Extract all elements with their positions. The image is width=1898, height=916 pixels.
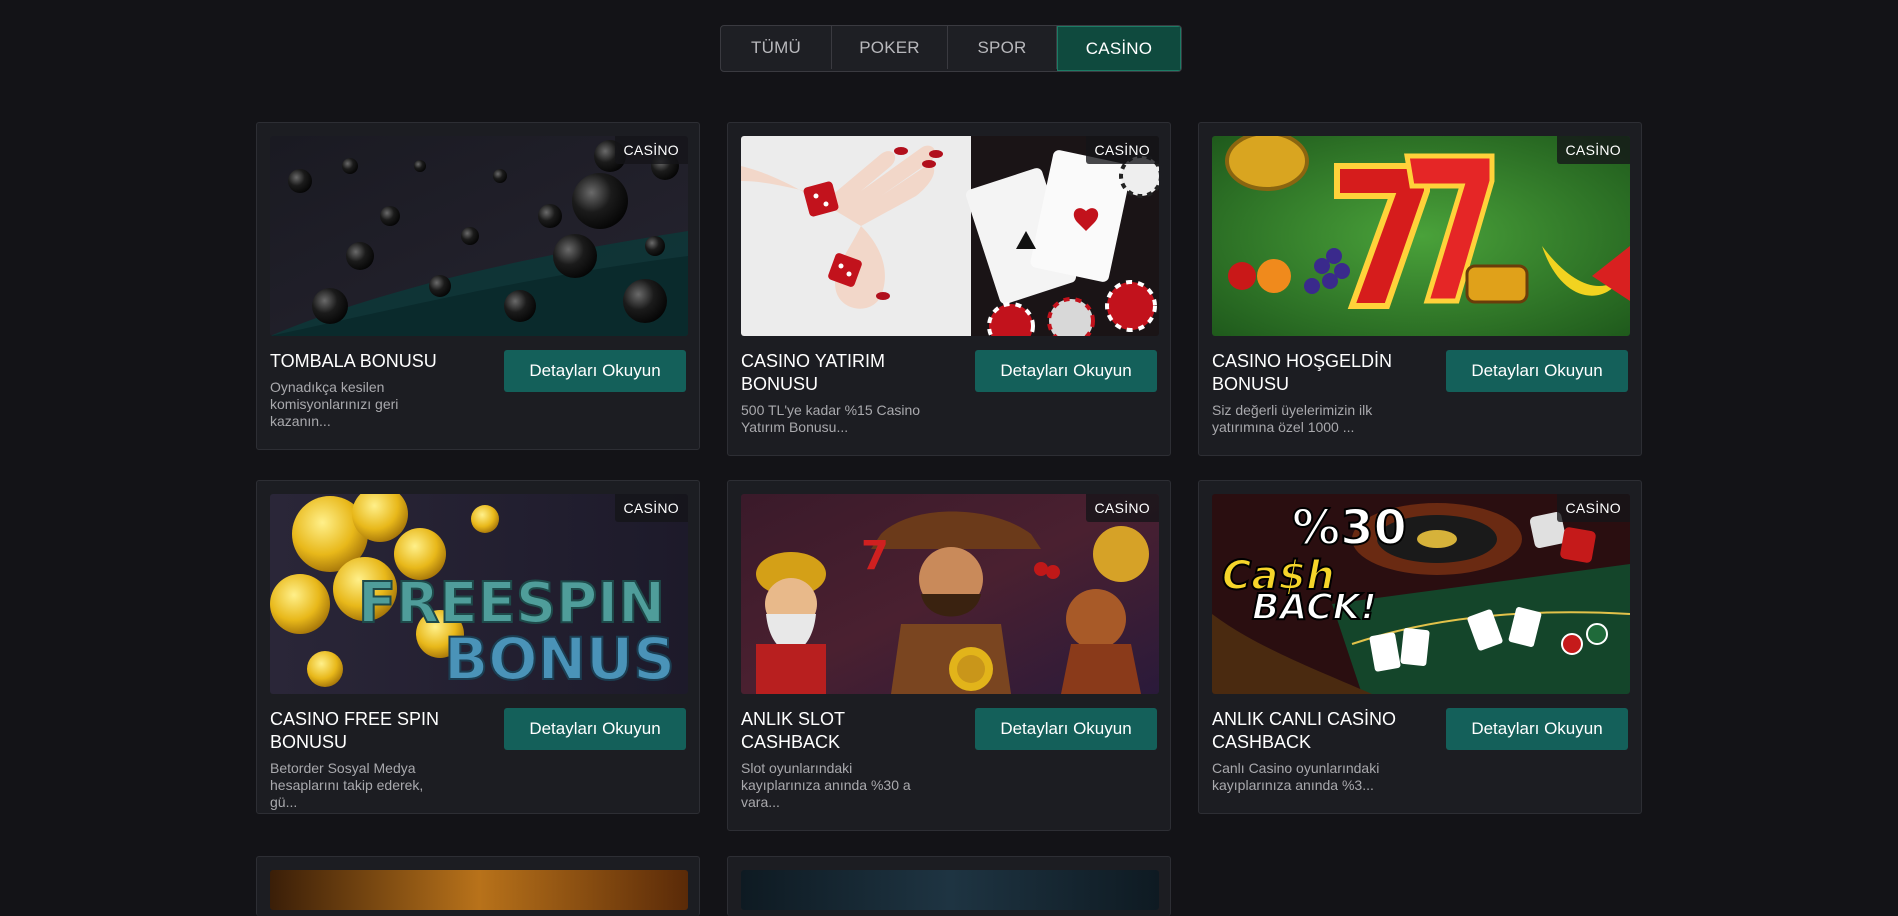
bonus-text: BONUS [444,625,675,693]
tab-all[interactable]: TÜMÜ [721,26,832,69]
category-tabs: TÜMÜ POKER SPOR CASİNO [720,25,1182,72]
bonus-description: Betorder Sosyal Medya hesaplarını takip … [270,760,424,810]
details-button[interactable]: Detayları Okuyun [975,708,1157,750]
bonus-description: Canlı Casino oyunlarındaki kayıplarınıza… [1212,760,1380,793]
bonus-card-partial-1 [256,856,700,916]
details-button[interactable]: Detayları Okuyun [504,350,686,392]
bonus-card-casino-welcome: CASİNO CASINO HOŞGELDİN BONUSU Siz değer… [1198,122,1642,456]
details-button[interactable]: Detayları Okuyun [504,708,686,750]
bonus-card-live-casino-cashback: %30 Ca$h BACK! CASİNO ANLIK CANLI CASİNO… [1198,480,1642,814]
category-badge: CASİNO [1085,494,1159,522]
details-button[interactable]: Detayları Okuyun [1446,350,1628,392]
bonus-card-slot-cashback: 7 CASİNO ANLIK SLOT CASHBACK Slot oyunla… [727,480,1171,831]
bonus-card-free-spin: FREESPIN BONUS CASİNO CASINO FREE SPIN B… [256,480,700,814]
details-button[interactable]: Detayları Okuyun [1446,708,1628,750]
bonus-description: Oynadıkça kesilen komisyonlarınızı geri … [270,379,399,429]
tab-casino[interactable]: CASİNO [1057,26,1181,71]
live-casino-cashback-image: %30 Ca$h BACK! CASİNO [1212,494,1630,694]
category-badge: CASİNO [614,136,688,164]
bonus-title: CASINO FREE SPIN BONUSU [270,709,440,752]
svg-text:7: 7 [861,533,889,579]
free-spin-image: FREESPIN BONUS CASİNO [270,494,688,694]
bonus-title: ANLIK SLOT CASHBACK [741,709,845,752]
tombala-image: CASİNO [270,136,688,336]
bonus-card-tombala: CASİNO TOMBALA BONUSU Oynadıkça kesilen … [256,122,700,450]
tab-poker[interactable]: POKER [832,26,948,69]
cashback-percent: %30 [1292,500,1407,556]
cashback-text-line2: BACK! [1252,587,1377,628]
partial-card-image [270,870,688,910]
bonus-title: ANLIK CANLI CASİNO CASHBACK [1212,709,1397,752]
bonus-title: CASINO YATIRIM BONUSU [741,351,886,394]
category-badge: CASİNO [1085,136,1159,164]
category-badge: CASİNO [1556,136,1630,164]
partial-card-image [741,870,1159,910]
bonus-description: Slot oyunlarındaki kayıplarınıza anında … [741,760,911,810]
slot-cashback-image: 7 CASİNO [741,494,1159,694]
casino-deposit-image: CASİNO [741,136,1159,336]
bonus-card-casino-deposit: CASİNO CASINO YATIRIM BONUSU 500 TL'ye k… [727,122,1171,456]
category-badge: CASİNO [1556,494,1630,522]
bonus-description: 500 TL'ye kadar %15 Casino Yatırım Bonus… [741,402,921,435]
details-button[interactable]: Detayları Okuyun [975,350,1157,392]
bonus-card-partial-2 [727,856,1171,916]
casino-welcome-image: CASİNO [1212,136,1630,336]
bonus-title: TOMBALA BONUSU [270,351,437,371]
tab-sport[interactable]: SPOR [948,26,1057,69]
bonus-title: CASINO HOŞGELDİN BONUSU [1212,351,1393,394]
bonus-description: Siz değerli üyelerimizin ilk yatırımına … [1212,402,1373,435]
category-badge: CASİNO [614,494,688,522]
